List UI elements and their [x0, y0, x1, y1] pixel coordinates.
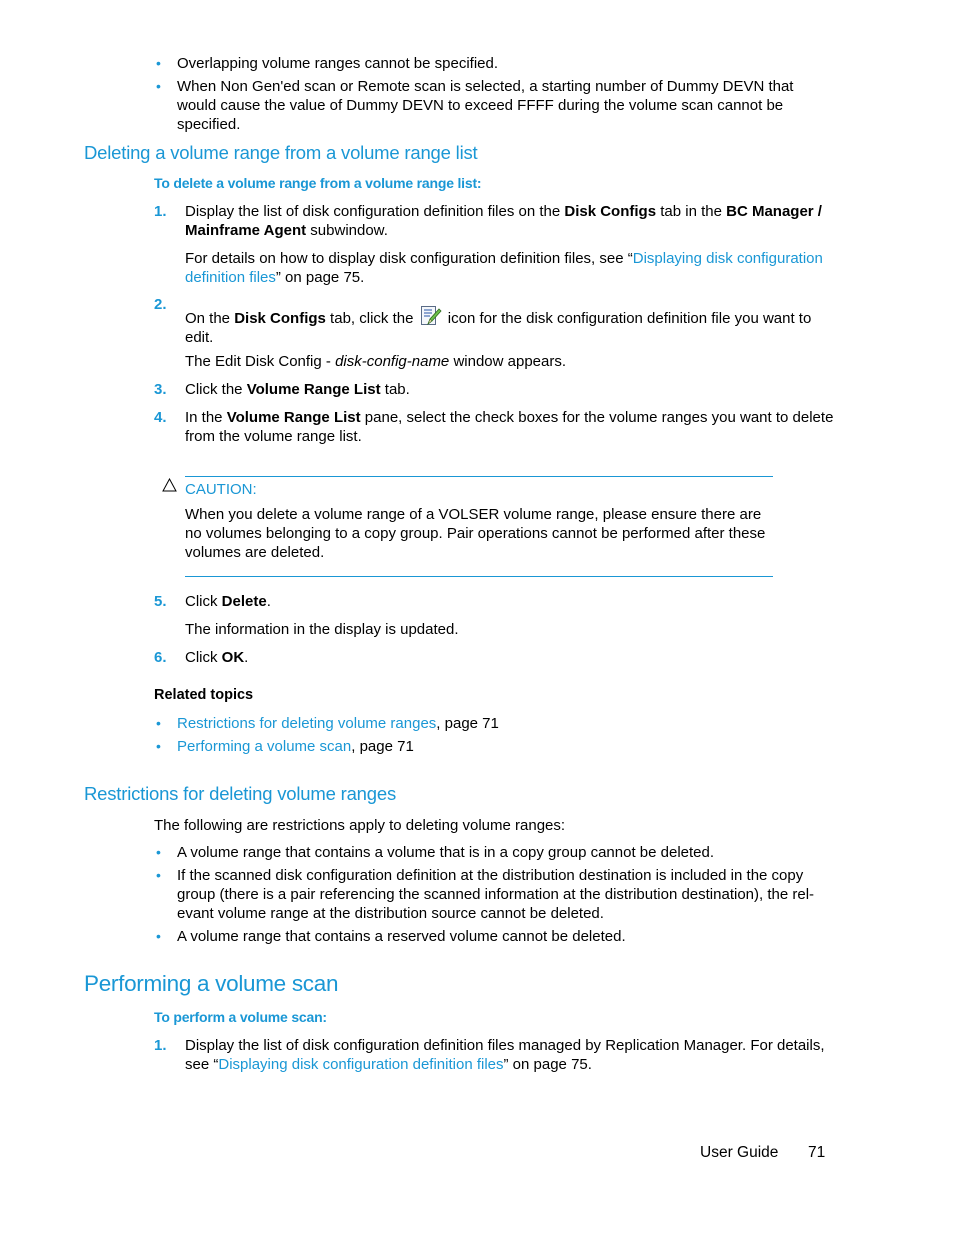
- step-2: 2. On the Disk Configs tab, click the ic…: [154, 296, 812, 346]
- step-number: 4.: [154, 409, 167, 426]
- list-item: • A volume range that contains a reserved…: [156, 928, 626, 945]
- step-6: 6. Click OK.: [154, 649, 249, 666]
- bullet-icon: •: [156, 55, 161, 71]
- list-item: • A volume range that contains a volume t…: [156, 844, 715, 861]
- restrictions-list: • A volume range that contains a volume t…: [154, 843, 826, 950]
- scan-step-1: 1. Display the list of disk configuratio…: [154, 1037, 825, 1073]
- caution-top-rule: [185, 476, 773, 477]
- related-topics-list: • Restrictions for deleting volume ranges…: [154, 714, 834, 760]
- link-performing-volume-scan[interactable]: Performing a volume scan: [177, 738, 351, 755]
- bullet-icon: •: [156, 928, 161, 944]
- step-number: 6.: [154, 649, 167, 666]
- bullet-icon: •: [156, 78, 161, 94]
- list-item: • Overlapping volume ranges cannot be spe…: [156, 55, 499, 72]
- list-item: • When Non Gen'ed scan or Remote scan is …: [156, 78, 794, 133]
- step-number: 5.: [154, 593, 167, 610]
- bullet-icon: •: [156, 738, 161, 754]
- bullet-icon: •: [156, 844, 161, 860]
- footer-label: User Guide: [700, 1144, 779, 1161]
- link-displaying-disk-config-files[interactable]: Displaying disk configuration definition…: [218, 1056, 503, 1073]
- section-heading-volume-scan: Performing a volume scan: [84, 971, 339, 996]
- step-1-note: For details on how to display disk confi…: [185, 250, 823, 286]
- caution-label: CAUTION:: [185, 481, 257, 498]
- procedure-title-delete: To delete a volume range from a volume r…: [154, 175, 482, 191]
- step-number: 1.: [154, 1037, 167, 1054]
- caution-bottom-rule: [185, 576, 773, 577]
- bullet-icon: •: [156, 867, 161, 883]
- step-number: 2.: [154, 296, 167, 313]
- warning-triangle-icon: [162, 477, 177, 496]
- page-number: 71: [808, 1144, 826, 1161]
- step-4: 4. In the Volume Range List pane, select…: [154, 409, 834, 445]
- procedure-title-scan: To perform a volume scan:: [154, 1009, 327, 1025]
- step-3: 3. Click the Volume Range List tab.: [154, 381, 410, 398]
- link-restrictions-deleting[interactable]: Restrictions for deleting volume ranges: [177, 715, 436, 732]
- section-heading-delete: Deleting a volume range from a volume ra…: [84, 142, 478, 163]
- restrictions-intro: The following are restrictions apply to …: [154, 817, 566, 834]
- caution-text: When you delete a volume range of a VOLS…: [185, 506, 766, 561]
- top-bullet-list: • Overlapping volume ranges cannot be spe…: [154, 54, 834, 138]
- list-item: • Restrictions for deleting volume ranges…: [156, 715, 499, 732]
- list-item: • Performing a volume scan, page 71: [156, 738, 414, 755]
- step-2-note: The Edit Disk Config - disk-config-name …: [185, 353, 567, 370]
- step-number: 1.: [154, 203, 167, 220]
- section-heading-restrictions: Restrictions for deleting volume ranges: [84, 783, 396, 804]
- bullet-icon: •: [156, 715, 161, 731]
- edit-document-pencil-icon: [420, 305, 442, 327]
- step-number: 3.: [154, 381, 167, 398]
- step-5-note: The information in the display is update…: [185, 621, 459, 638]
- step-1: 1. Display the list of disk configuratio…: [154, 203, 822, 239]
- step-5: 5. Click Delete.: [154, 593, 271, 610]
- list-item: • If the scanned disk configuration defin…: [156, 867, 815, 922]
- related-topics-title: Related topics: [154, 687, 254, 703]
